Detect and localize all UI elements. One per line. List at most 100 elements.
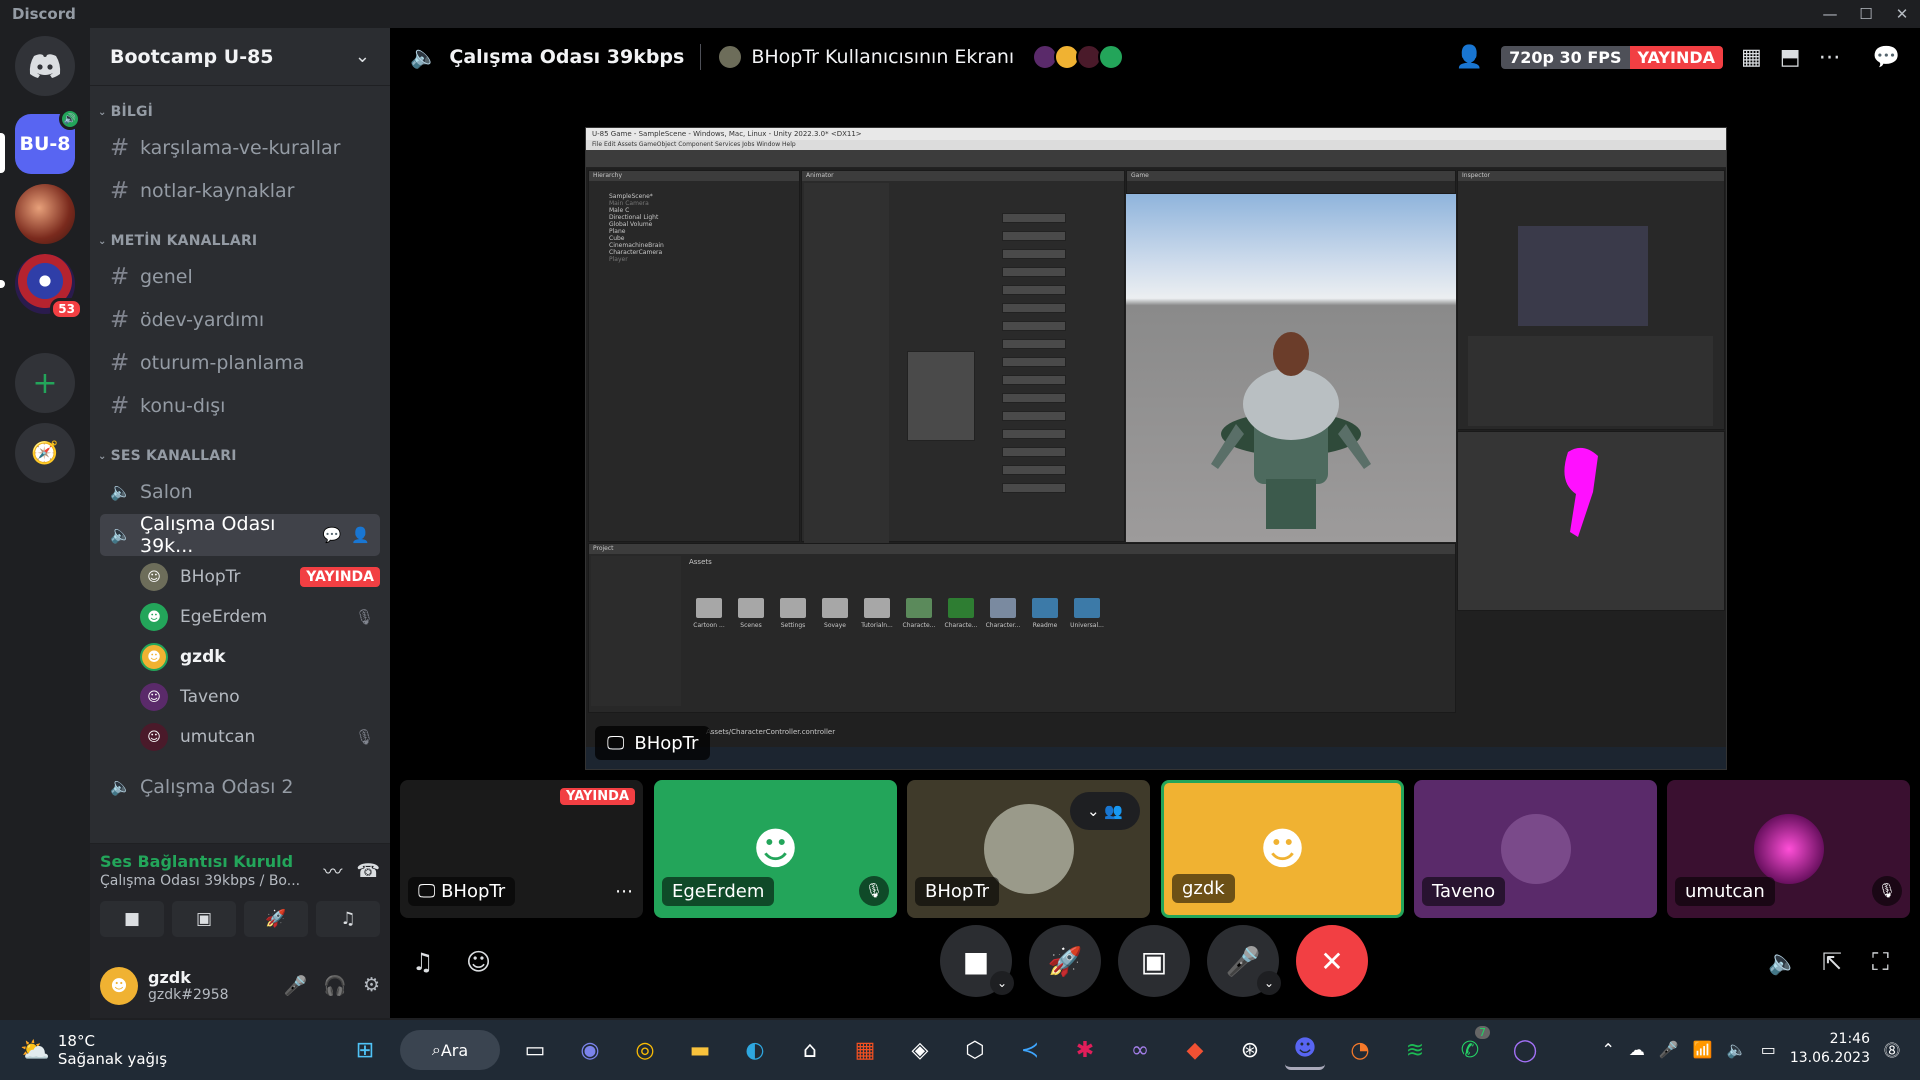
noise-suppression-icon[interactable]: 〰 bbox=[323, 857, 342, 884]
file-explorer-icon[interactable]: ▬ bbox=[680, 1030, 720, 1070]
voice-channel-salon[interactable]: 🔈 Salon bbox=[100, 471, 380, 513]
disconnect-icon[interactable]: ☎ bbox=[356, 860, 380, 882]
server-bu8[interactable]: BU-8 🔊 bbox=[15, 108, 81, 174]
channel-genel[interactable]: # genel bbox=[100, 256, 380, 298]
channel-odev[interactable]: # ödev-yardımı bbox=[100, 299, 380, 341]
category-text[interactable]: ⌄ METİN KANALLARI bbox=[90, 227, 390, 255]
popout-icon[interactable]: ⇱ bbox=[1822, 948, 1842, 976]
voice-user-taveno[interactable]: ☺ Taveno bbox=[140, 677, 380, 717]
server-avatar-3[interactable]: 53 bbox=[15, 254, 83, 320]
activity-button[interactable]: 🚀 bbox=[1029, 925, 1101, 997]
discord-icon[interactable]: ☻ bbox=[1285, 1030, 1325, 1070]
task-view-icon[interactable]: ▭ bbox=[515, 1030, 555, 1070]
channel-konu[interactable]: # konu-dışı bbox=[100, 385, 380, 427]
more-icon[interactable]: ⋯ bbox=[615, 881, 633, 902]
channel-karsilama[interactable]: # karşılama-ve-kurallar bbox=[100, 127, 380, 169]
soundboard-button[interactable]: ♫ bbox=[316, 901, 380, 937]
visual-studio-icon[interactable]: ∞ bbox=[1120, 1030, 1160, 1070]
voice-user-gzdk[interactable]: ☻ gzdk bbox=[140, 637, 380, 677]
grid-icon[interactable]: ▦ bbox=[1741, 45, 1762, 70]
unity-hub-icon[interactable]: ⬡ bbox=[955, 1030, 995, 1070]
more-icon[interactable]: ⋯ bbox=[1819, 45, 1841, 70]
maximize-button[interactable]: ☐ bbox=[1848, 0, 1884, 28]
connection-status[interactable]: Ses Bağlantısı Kuruld bbox=[100, 852, 300, 871]
avatar[interactable]: ☻ bbox=[100, 966, 138, 1005]
vscode-icon[interactable]: ≺ bbox=[1010, 1030, 1050, 1070]
channel-notlar[interactable]: # notlar-kaynaklar bbox=[100, 170, 380, 212]
home-button[interactable] bbox=[15, 36, 75, 96]
activity-button[interactable]: 🚀 bbox=[244, 901, 308, 937]
unity-icon[interactable]: ◈ bbox=[900, 1030, 940, 1070]
add-user-icon[interactable]: 👤 bbox=[1456, 45, 1483, 70]
chat-icon[interactable]: 💬 bbox=[323, 526, 342, 544]
category-voice[interactable]: ⌄ SES KANALLARI bbox=[90, 442, 390, 470]
participants-toggle[interactable]: ⌄ 👥 bbox=[1070, 792, 1140, 830]
soundboard-icon[interactable]: ♫ bbox=[412, 948, 434, 976]
tile-name-text: BHopTr bbox=[441, 881, 506, 902]
chevron-down-icon[interactable]: ⌄ bbox=[990, 971, 1014, 995]
voice-channel-active[interactable]: 🔈 Çalışma Odası 39k... 💬 👤 bbox=[100, 513, 380, 557]
category-info[interactable]: ⌄ BİLGİ bbox=[90, 98, 390, 126]
store-icon[interactable]: ▦ bbox=[845, 1030, 885, 1070]
mic-icon[interactable]: 🎤 bbox=[1659, 1040, 1679, 1059]
participant-tile[interactable]: Taveno bbox=[1414, 780, 1657, 918]
participant-tile[interactable]: umutcan 🎙 bbox=[1667, 780, 1910, 918]
fullscreen-icon[interactable]: ⛶ bbox=[1872, 948, 1889, 976]
github-icon[interactable]: ◯ bbox=[1505, 1030, 1545, 1070]
chat-icon[interactable]: 💬 bbox=[1873, 45, 1900, 70]
cloud-icon[interactable]: ☁ bbox=[1629, 1040, 1645, 1059]
participant-tile[interactable]: YAYINDA 🖵 BHopTr ⋯ bbox=[400, 780, 643, 918]
battery-icon[interactable]: ▭ bbox=[1761, 1040, 1776, 1059]
participant-tile[interactable]: BHopTr ⌄ 👥 bbox=[907, 780, 1150, 918]
git-icon[interactable]: ◆ bbox=[1175, 1030, 1215, 1070]
minimize-button[interactable]: — bbox=[1812, 0, 1848, 28]
screen-share-button[interactable]: ▣ bbox=[172, 901, 236, 937]
headphones-icon[interactable]: 🎧 bbox=[323, 974, 347, 997]
voice-user-bhoptr[interactable]: ☺ BHopTr YAYINDA bbox=[140, 557, 380, 597]
wifi-icon[interactable]: 📶 bbox=[1693, 1040, 1713, 1059]
clock[interactable]: 21:46 13.06.2023 bbox=[1790, 1030, 1870, 1068]
mic-button[interactable]: 🎤 ⌄ bbox=[1207, 925, 1281, 997]
volume-icon[interactable]: 🔈 bbox=[1727, 1040, 1747, 1059]
viewer-avatars[interactable] bbox=[1032, 44, 1125, 70]
spotify-icon[interactable]: ≋ bbox=[1395, 1030, 1435, 1070]
edge-icon[interactable]: ◐ bbox=[735, 1030, 775, 1070]
emoji-icon[interactable]: ☺ bbox=[466, 948, 491, 976]
steam-icon[interactable]: ⊛ bbox=[1230, 1030, 1270, 1070]
chrome-icon[interactable]: ◎ bbox=[625, 1030, 665, 1070]
blender-icon[interactable]: ◔ bbox=[1340, 1030, 1380, 1070]
server-avatar-2[interactable] bbox=[15, 184, 75, 244]
screen-share-button[interactable]: ▣ bbox=[1118, 925, 1190, 997]
close-button[interactable]: ✕ bbox=[1884, 0, 1920, 28]
voice-user-egeerdem[interactable]: ☻ EgeErdem 🎙 bbox=[140, 597, 380, 637]
camera-button[interactable]: ■ ⌄ bbox=[940, 925, 1014, 997]
folder-label: Universal... bbox=[1070, 622, 1104, 629]
video-button[interactable]: ■ bbox=[100, 901, 164, 937]
whatsapp-icon[interactable]: ✆ 7 bbox=[1450, 1026, 1490, 1070]
voice-user-umutcan[interactable]: ☺ umutcan 🎙 bbox=[140, 717, 380, 757]
weather-widget[interactable]: ⛅ 18°C Sağanak yağış bbox=[20, 1032, 167, 1068]
gear-icon[interactable]: ⚙ bbox=[363, 974, 380, 997]
add-server-button[interactable]: + bbox=[15, 353, 75, 413]
guild-header[interactable]: Bootcamp U-85 ⌄ bbox=[90, 28, 390, 86]
invite-icon[interactable]: 👤 bbox=[351, 526, 370, 544]
slack-icon[interactable]: ✱ bbox=[1065, 1030, 1105, 1070]
explore-button[interactable]: 🧭 bbox=[15, 423, 75, 483]
participant-tile[interactable]: ☻ EgeErdem 🎙 bbox=[654, 780, 897, 918]
shared-screen[interactable]: U-85 Game - SampleScene - Windows, Mac, … bbox=[585, 127, 1727, 770]
participant-tile[interactable]: ☻ gzdk bbox=[1161, 780, 1404, 918]
mic-icon[interactable]: 🎤 bbox=[284, 974, 308, 997]
leave-call-button[interactable]: ✕ bbox=[1296, 925, 1368, 997]
voice-channel-2[interactable]: 🔈 Çalışma Odası 2 bbox=[100, 766, 380, 808]
search-button[interactable]: ⌕ Ara bbox=[400, 1030, 500, 1070]
notification-icon[interactable]: ⓼ bbox=[1884, 1037, 1900, 1061]
channel-oturum[interactable]: # oturum-planlama bbox=[100, 342, 380, 384]
connection-channel[interactable]: Çalışma Odası 39kbps / Bo... bbox=[100, 873, 300, 889]
popout-icon[interactable]: ⬒ bbox=[1780, 45, 1801, 70]
volume-icon[interactable]: 🔈 bbox=[1768, 948, 1798, 976]
app-icon[interactable]: ⌂ bbox=[790, 1030, 830, 1070]
start-button[interactable]: ⊞ bbox=[345, 1030, 385, 1070]
chevron-up-icon[interactable]: ⌃ bbox=[1602, 1040, 1615, 1059]
chat-app-icon[interactable]: ◉ bbox=[570, 1030, 610, 1070]
chevron-down-icon[interactable]: ⌄ bbox=[1257, 971, 1281, 995]
